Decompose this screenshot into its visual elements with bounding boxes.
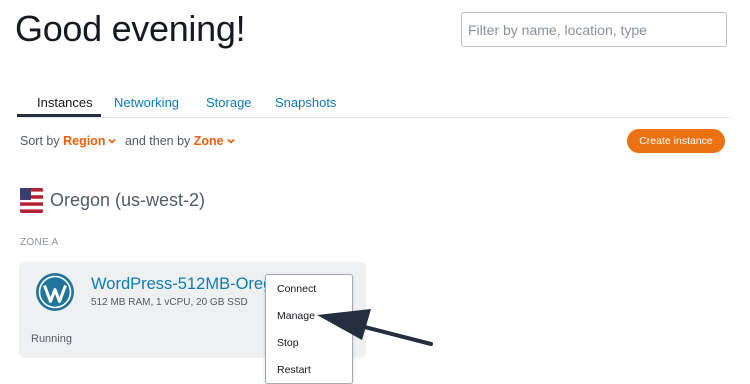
wordpress-icon	[36, 273, 74, 311]
instance-name-link[interactable]: WordPress-512MB-Oregon	[91, 275, 266, 294]
chevron-down-icon	[108, 138, 117, 144]
tab-storage[interactable]: Storage	[206, 95, 252, 110]
create-instance-button[interactable]: Create instance	[627, 129, 725, 153]
instance-status: Running	[31, 333, 72, 345]
instance-specs: 512 MB RAM, 1 vCPU, 20 GB SSD	[91, 297, 248, 308]
us-flag-icon	[20, 188, 43, 213]
sort-region-label: Region	[63, 134, 106, 148]
zone-label: ZONE A	[20, 237, 59, 248]
menu-item-restart[interactable]: Restart	[277, 364, 311, 376]
tabs-divider	[17, 117, 730, 118]
tab-networking[interactable]: Networking	[114, 95, 179, 110]
tab-snapshots[interactable]: Snapshots	[275, 95, 336, 110]
sort-prefix: Sort by	[20, 134, 60, 148]
sort-bar: Sort by Region and then by Zone	[20, 134, 236, 148]
region-name: Oregon (us-west-2)	[50, 190, 206, 210]
sort-zone-dropdown[interactable]: Zone	[194, 134, 236, 148]
instance-context-menu: Connect Manage Stop Restart	[265, 274, 353, 384]
menu-item-manage[interactable]: Manage	[277, 310, 315, 322]
tab-instances[interactable]: Instances	[37, 95, 93, 110]
sort-zone-label: Zone	[193, 134, 224, 148]
sort-middle-text: and then by	[124, 134, 191, 148]
sort-region-dropdown[interactable]: Region	[63, 134, 117, 148]
page-greeting: Good evening!	[15, 8, 246, 49]
menu-item-connect[interactable]: Connect	[277, 283, 316, 295]
chevron-down-icon	[227, 138, 235, 144]
search-input[interactable]	[461, 12, 727, 47]
menu-item-stop[interactable]: Stop	[277, 337, 299, 349]
